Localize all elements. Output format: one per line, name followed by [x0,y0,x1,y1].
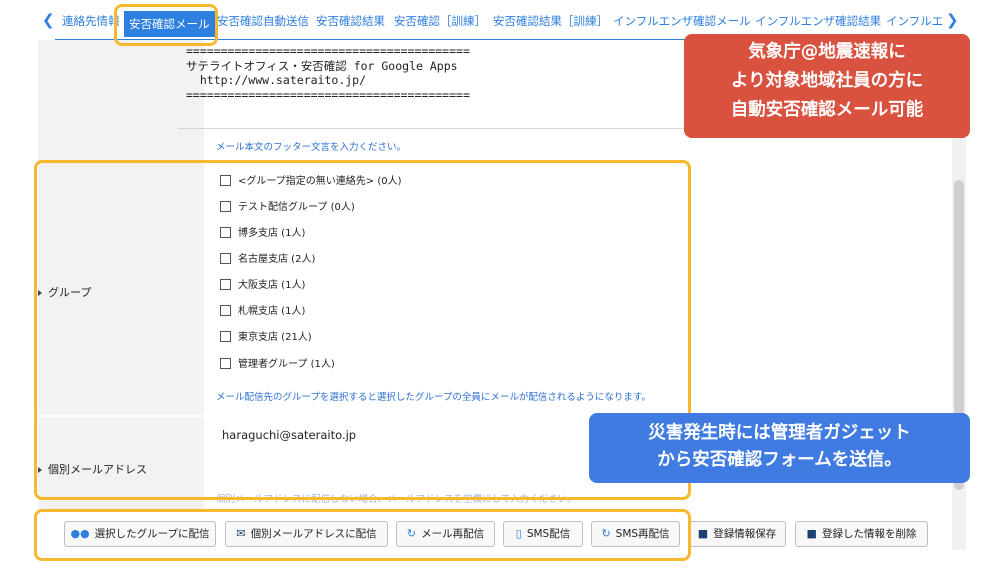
callout-line: 災害発生時には管理者ガジェット [648,423,911,443]
tab-safety-drill[interactable]: 安否確認［訓練］ [394,8,486,34]
tab-safety-auto-send[interactable]: 安否確認自動送信 [217,8,309,34]
tab-contact-info[interactable]: 連絡先情報 [62,8,120,34]
save-button[interactable]: ■ 登録情報保存 [688,521,786,547]
tab-flu-result[interactable]: インフルエンザ確認結果 [755,8,881,34]
callout-line: 自動安否確認メール可能 [730,100,924,120]
delete-button[interactable]: ■ 登録した情報を削除 [795,521,928,547]
tab-flu-mail[interactable]: インフルエンザ確認メール [613,8,751,34]
footer-textarea[interactable]: ========================================… [186,44,470,102]
chevron-right-icon[interactable]: ❯ [946,12,959,28]
callout-line: より対象地域社員の方に [730,71,924,91]
delete-label: 登録した情報を削除 [821,528,917,540]
page: ❮ 連絡先情報 安否確認メール 安否確認自動送信 安否確認結果 安否確認［訓練］… [0,0,1000,569]
callout-line: から安否確認フォームを送信。 [657,450,902,470]
send-buttons-highlight [34,509,691,561]
trash-icon: ■ [806,527,817,540]
field-divider [178,128,686,129]
chevron-left-icon[interactable]: ❮ [42,12,55,28]
earthquake-callout: 気象庁@地震速報に より対象地域社員の方に 自動安否確認メール可能 [684,34,970,138]
footer-hint: メール本文のフッター文言を入力ください。 [216,142,407,153]
callout-line: 気象庁@地震速報に [748,42,906,62]
disaster-callout: 災害発生時には管理者ガジェット から安否確認フォームを送信。 [589,413,970,483]
tab-safety-drill-result[interactable]: 安否確認結果［訓練］ [493,8,608,34]
save-icon: ■ [697,527,709,540]
active-tab-highlight [114,4,218,46]
save-label: 登録情報保存 [713,528,777,540]
tab-safety-result[interactable]: 安否確認結果 [316,8,385,34]
tab-flu-more[interactable]: インフルエ [886,8,943,34]
